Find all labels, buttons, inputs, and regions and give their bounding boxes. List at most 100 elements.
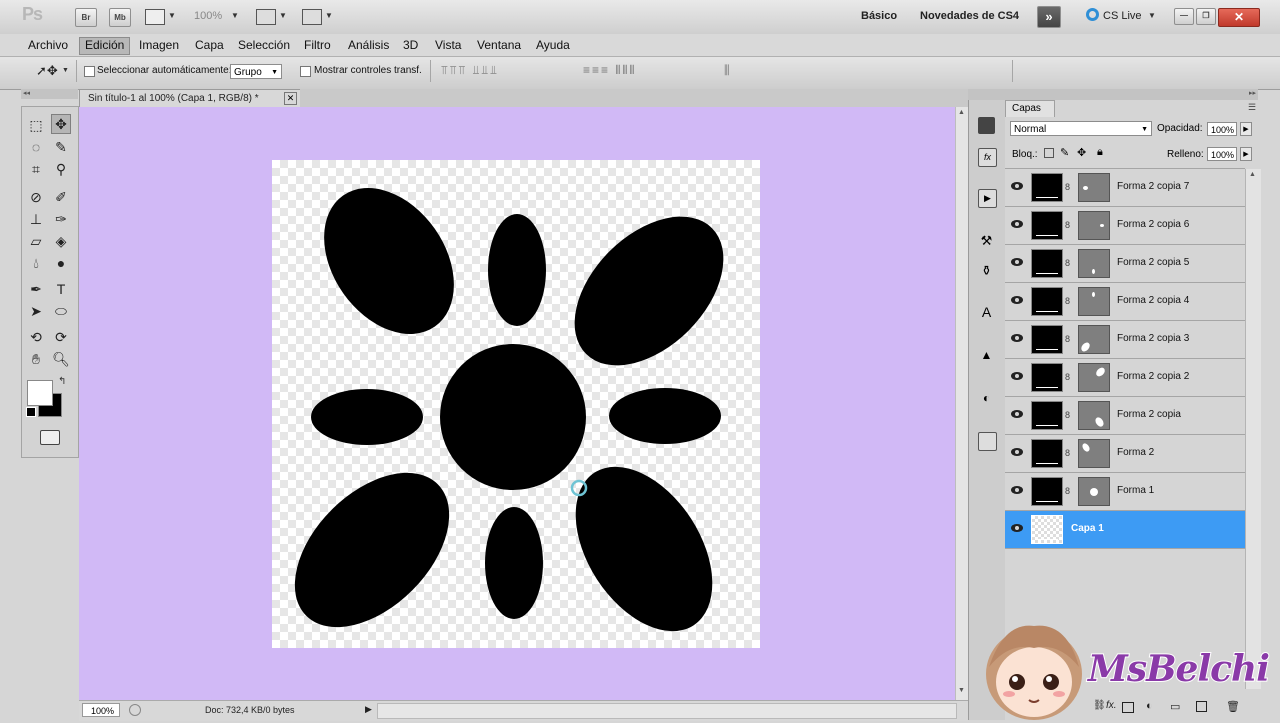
chevron-down-icon[interactable]: ▼ — [279, 11, 287, 20]
layer-row-forma-2-copia-6[interactable]: 8 Forma 2 copia 6 — [1005, 207, 1245, 245]
3d-orbit-tool-icon[interactable]: ⟳ — [51, 327, 71, 347]
foreground-color-swatch[interactable] — [27, 380, 53, 406]
menu-ayuda[interactable]: Ayuda — [531, 37, 575, 53]
brush-tool-icon[interactable]: ✐ — [51, 187, 71, 207]
chevron-down-icon[interactable]: ▼ — [1148, 11, 1156, 20]
actions-panel-icon[interactable]: ▶ — [978, 189, 997, 208]
close-window-icon[interactable]: ✕ — [1218, 8, 1260, 27]
fill-input[interactable]: 100% — [1207, 147, 1237, 161]
canvas[interactable] — [272, 160, 760, 648]
chevron-down-icon[interactable]: ▼ — [325, 11, 333, 20]
dodge-tool-icon[interactable]: ● — [51, 253, 71, 273]
lock-all-icon[interactable]: 🔒︎ — [1097, 146, 1103, 159]
menu-vista[interactable]: Vista — [430, 37, 466, 53]
zoom-level[interactable]: 100% — [194, 10, 222, 22]
scroll-up-icon[interactable]: ▲ — [958, 109, 965, 116]
eye-visibility-icon[interactable] — [1011, 182, 1023, 190]
eye-visibility-icon[interactable] — [1011, 524, 1023, 532]
blur-tool-icon[interactable]: 💧︎ — [26, 253, 46, 273]
menu-imagen[interactable]: Imagen — [134, 37, 184, 53]
fill-slider-arrow-icon[interactable]: ▶ — [1240, 147, 1252, 161]
masks-panel-icon[interactable] — [978, 432, 997, 451]
minimize-icon[interactable]: — — [1174, 8, 1194, 25]
type-tool-icon[interactable]: T — [51, 279, 71, 299]
eraser-tool-icon[interactable]: ▱ — [26, 231, 46, 251]
add-mask-icon[interactable] — [1122, 702, 1134, 713]
chevron-down-icon[interactable]: ▼ — [231, 11, 239, 20]
screen-mode-icon[interactable] — [302, 9, 322, 25]
layer-row-forma-2-copia[interactable]: 8 Forma 2 copia — [1005, 397, 1245, 435]
styles-fx-panel-icon[interactable]: fx — [978, 148, 997, 167]
layer-row-forma-2-copia-3[interactable]: 8 Forma 2 copia 3 — [1005, 321, 1245, 359]
swatches-panel-icon[interactable] — [978, 117, 995, 134]
status-menu-arrow-icon[interactable]: ▶ — [365, 704, 372, 715]
layer-row-forma-2-copia-7[interactable]: 8 Forma 2 copia 7 — [1005, 169, 1245, 207]
lock-pixels-icon[interactable]: ✎ — [1060, 146, 1069, 159]
panel-dock-header[interactable]: ▸▸ — [968, 89, 1258, 100]
horizontal-scrollbar[interactable] — [377, 703, 957, 719]
menu-3d[interactable]: 3D — [398, 37, 423, 53]
mini-bridge-button[interactable]: Mb — [109, 8, 131, 27]
menu-capa[interactable]: Capa — [190, 37, 229, 53]
close-tab-icon[interactable]: ✕ — [284, 92, 297, 105]
delete-layer-icon[interactable]: 🗑︎ — [1226, 700, 1240, 713]
workspace-new-cs4[interactable]: Novedades de CS4 — [920, 10, 1019, 22]
arrange-documents-icon[interactable] — [256, 9, 276, 25]
scroll-up-icon[interactable]: ▲ — [1249, 171, 1256, 178]
layer-row-forma-2-copia-2[interactable]: 8 Forma 2 copia 2 — [1005, 359, 1245, 397]
panel-menu-icon[interactable]: ☰ — [1248, 102, 1256, 113]
history-brush-tool-icon[interactable]: ✑ — [51, 209, 71, 229]
eye-visibility-icon[interactable] — [1011, 220, 1023, 228]
menu-analisis[interactable]: Análisis — [343, 37, 394, 53]
menu-filtro[interactable]: Filtro — [299, 37, 336, 53]
quick-mask-icon[interactable] — [40, 430, 60, 445]
adjustments-panel-icon[interactable]: ◐ — [978, 390, 995, 407]
crop-tool-icon[interactable]: ⌗ — [26, 159, 46, 179]
path-selection-tool-icon[interactable]: ➤ — [26, 301, 46, 321]
clone-stamp-tool-icon[interactable]: ⊥ — [26, 209, 46, 229]
layers-tab[interactable]: Capas — [1005, 100, 1055, 117]
more-workspaces-icon[interactable]: » — [1037, 6, 1061, 28]
scroll-down-icon[interactable]: ▼ — [958, 687, 965, 694]
eye-visibility-icon[interactable] — [1011, 258, 1023, 266]
new-group-icon[interactable]: ▭ — [1170, 700, 1180, 713]
blend-mode-dropdown[interactable]: Normal ▼ — [1010, 121, 1152, 136]
opacity-slider-arrow-icon[interactable]: ▶ — [1240, 122, 1252, 136]
distribute-buttons-group[interactable]: ≡≡≡ ⫴⫴⫴ — [583, 63, 636, 78]
eye-visibility-icon[interactable] — [1011, 448, 1023, 456]
brushes-panel-icon[interactable]: ⚒ — [978, 232, 995, 249]
eye-visibility-icon[interactable] — [1011, 334, 1023, 342]
cs-live-menu[interactable]: CS Live — [1103, 10, 1142, 22]
show-transform-checkbox[interactable] — [300, 66, 311, 77]
link-layers-icon[interactable]: ⛓ — [1093, 700, 1106, 711]
3d-panel-icon[interactable]: ▲ — [978, 347, 995, 364]
bridge-button[interactable]: Br — [75, 8, 97, 27]
layer-row-forma-2-copia-4[interactable]: 8 Forma 2 copia 4 — [1005, 283, 1245, 321]
quick-selection-tool-icon[interactable]: ✎ — [51, 137, 71, 157]
move-tool-icon[interactable]: ✥ — [51, 114, 71, 134]
3d-rotate-tool-icon[interactable]: ⟲ — [26, 327, 46, 347]
lock-transparency-icon[interactable] — [1044, 148, 1054, 158]
lasso-tool-icon[interactable]: ◌ — [26, 137, 46, 157]
status-zoom-field[interactable]: 100% — [82, 703, 120, 717]
menu-ventana[interactable]: Ventana — [472, 37, 526, 53]
layer-style-fx-icon[interactable]: fx. — [1106, 700, 1117, 711]
vertical-scrollbar[interactable]: ▲ ▼ — [955, 107, 969, 700]
menu-seleccion[interactable]: Selección — [233, 37, 295, 53]
character-panel-icon[interactable]: A — [978, 304, 995, 321]
marquee-tool-icon[interactable]: ⬚ — [26, 115, 46, 135]
layer-row-forma-2-copia-5[interactable]: 8 Forma 2 copia 5 — [1005, 245, 1245, 283]
swap-colors-icon[interactable]: ↰ — [58, 376, 66, 387]
zoom-tool-icon[interactable]: 🔍︎ — [51, 349, 71, 369]
lock-position-icon[interactable]: ✥ — [1077, 146, 1086, 159]
layer-row-capa-1[interactable]: Capa 1 — [1005, 511, 1245, 549]
pen-tool-icon[interactable]: ✒ — [26, 279, 46, 299]
menu-edicion[interactable]: Edición — [79, 37, 131, 55]
layer-row-forma-2[interactable]: 8 Forma 2 — [1005, 435, 1245, 473]
view-extras-icon[interactable] — [145, 9, 165, 25]
restore-icon[interactable]: ❐ — [1196, 8, 1216, 25]
menu-archivo[interactable]: Archivo — [23, 37, 73, 53]
eye-visibility-icon[interactable] — [1011, 410, 1023, 418]
eye-visibility-icon[interactable] — [1011, 372, 1023, 380]
move-tool-preset-icon[interactable]: ➚✥ — [36, 63, 58, 79]
